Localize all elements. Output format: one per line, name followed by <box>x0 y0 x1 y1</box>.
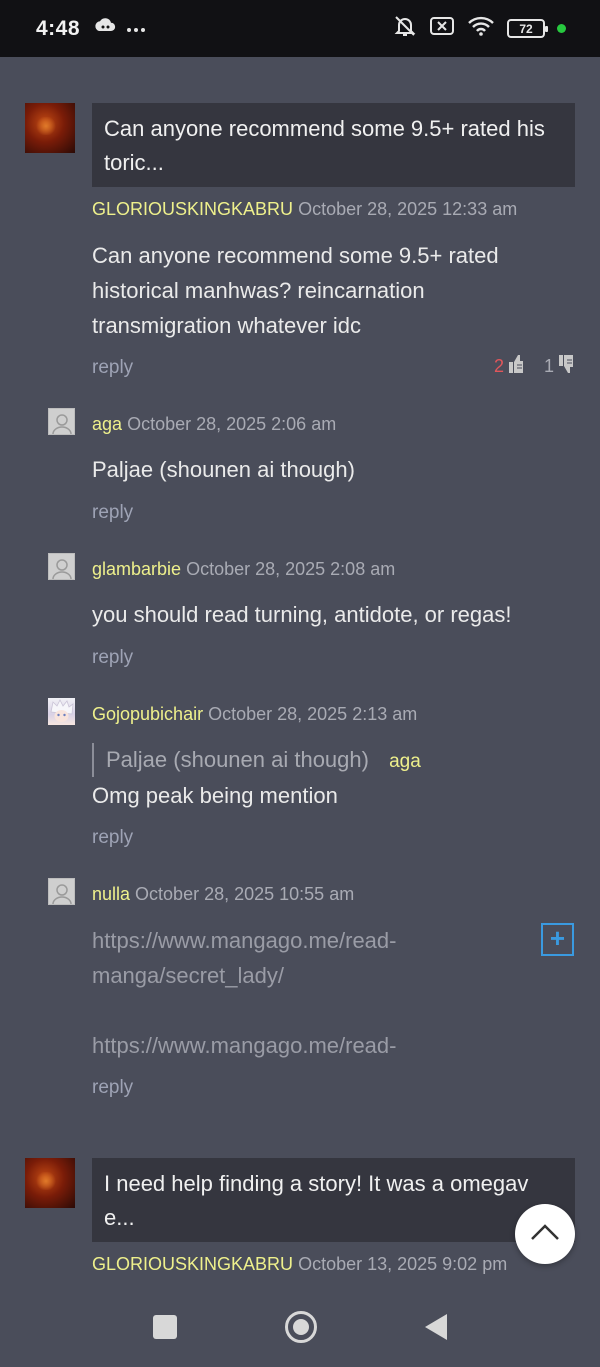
upvote-count: 2 <box>493 356 504 376</box>
reply-link[interactable]: reply <box>92 502 133 524</box>
thread-title-line: toric... <box>104 150 164 175</box>
comment-link[interactable]: https://www.mangago.me/read- manga/secre… <box>92 923 532 993</box>
thread-title[interactable]: I need help finding a story! It was a om… <box>92 1158 575 1242</box>
downvote-button[interactable]: 1 <box>544 354 574 379</box>
status-bar: 4:48 72 <box>0 0 600 57</box>
recents-square-icon[interactable] <box>153 1315 177 1339</box>
default-avatar-icon[interactable] <box>48 878 75 905</box>
scroll-to-top-button[interactable] <box>515 1204 575 1264</box>
default-avatar-icon[interactable] <box>48 553 75 580</box>
more-dots-icon <box>126 20 146 38</box>
reply-link[interactable]: reply <box>92 827 133 849</box>
reply-link[interactable]: reply <box>92 647 133 669</box>
thread-title[interactable]: Can anyone recommend some 9.5+ rated his… <box>92 103 575 187</box>
system-nav-bar <box>0 1287 600 1367</box>
timestamp: October 28, 2025 2:13 am <box>208 704 418 724</box>
username[interactable]: Gojopubichair <box>92 704 203 724</box>
comment-meta: GLORIOUSKINGKABRU October 13, 2025 9:02 … <box>92 1254 507 1275</box>
comment-body: you should read turning, antidote, or re… <box>92 602 512 627</box>
username[interactable]: GLORIOUSKINGKABRU <box>92 1254 293 1274</box>
comment-meta: nulla October 28, 2025 10:55 am <box>92 884 354 905</box>
quote-username[interactable]: aga <box>389 751 421 772</box>
wifi-icon <box>467 15 495 42</box>
thumbs-down-icon <box>558 354 574 379</box>
active-dot-icon <box>557 24 566 33</box>
comment-link-line[interactable]: https://www.mangago.me/read- <box>92 923 532 958</box>
timestamp: October 28, 2025 12:33 am <box>298 199 518 219</box>
timestamp: October 28, 2025 10:55 am <box>135 884 355 904</box>
chevron-up-icon <box>530 1223 560 1246</box>
comment-link-line[interactable]: https://www.mangago.me/read- <box>92 1028 532 1063</box>
comment-meta: aga October 28, 2025 2:06 am <box>92 414 336 435</box>
comment-body-line: transmigration whatever idc <box>92 313 362 338</box>
quoted-comment: Paljae (shounen ai though) aga <box>92 743 421 777</box>
timestamp: October 13, 2025 9:02 pm <box>298 1254 508 1274</box>
thread-title-line: Can anyone recommend some 9.5+ rated his <box>104 116 545 141</box>
expand-button[interactable]: + <box>541 923 574 956</box>
sim-off-icon <box>429 15 455 42</box>
thread-title-line: I need help finding a story! It was a om… <box>104 1171 529 1196</box>
thread-title-line: e... <box>104 1205 135 1230</box>
reply-link[interactable]: reply <box>92 357 133 379</box>
comment-body: Omg peak being mention <box>92 783 338 808</box>
thumbs-up-icon <box>508 354 524 379</box>
comment-body: Can anyone recommend some 9.5+ rated his… <box>92 238 562 343</box>
avatar[interactable] <box>25 103 75 153</box>
comment-meta: Gojopubichair October 28, 2025 2:13 am <box>92 704 417 725</box>
timestamp: October 28, 2025 2:06 am <box>127 414 337 434</box>
username[interactable]: aga <box>92 414 122 434</box>
comment-feed: Can anyone recommend some 9.5+ rated his… <box>0 57 600 1287</box>
upvote-button[interactable]: 2 <box>494 354 524 379</box>
comment-meta: glambarbie October 28, 2025 2:08 am <box>92 559 395 580</box>
vote-controls: 2 1 <box>494 354 574 379</box>
battery-icon: 72 <box>507 19 548 38</box>
comment-body-line: historical manhwas? reincarnation <box>92 278 425 303</box>
username[interactable]: nulla <box>92 884 130 904</box>
home-circle-icon[interactable] <box>285 1311 317 1343</box>
comment-link-line[interactable]: manga/secret_lady/ <box>92 958 532 993</box>
comment-body-line: Can anyone recommend some 9.5+ rated <box>92 243 499 268</box>
bell-muted-icon <box>393 14 417 43</box>
avatar[interactable] <box>25 1158 75 1208</box>
back-triangle-icon[interactable] <box>425 1314 447 1340</box>
cloud-game-icon <box>94 17 116 40</box>
timestamp: October 28, 2025 2:08 am <box>186 559 396 579</box>
avatar[interactable] <box>48 698 75 725</box>
downvote-count: 1 <box>543 356 554 376</box>
quote-text: Paljae (shounen ai though) <box>106 747 369 772</box>
username[interactable]: glambarbie <box>92 559 181 579</box>
comment-meta: GLORIOUSKINGKABRU October 28, 2025 12:33… <box>92 199 517 220</box>
status-time: 4:48 <box>36 16 81 40</box>
default-avatar-icon[interactable] <box>48 408 75 435</box>
reply-link[interactable]: reply <box>92 1077 133 1099</box>
username[interactable]: GLORIOUSKINGKABRU <box>92 199 293 219</box>
comment-body: Paljae (shounen ai though) <box>92 457 355 482</box>
comment-link[interactable]: https://www.mangago.me/read- <box>92 1028 532 1063</box>
